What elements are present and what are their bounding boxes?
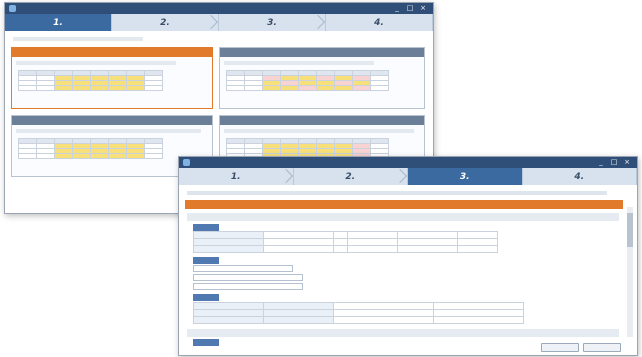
- minimize-icon[interactable]: _: [597, 158, 605, 166]
- scrollbar-thumb[interactable]: [627, 213, 633, 247]
- chevron-right-icon: [278, 168, 293, 184]
- instruction-line: [187, 191, 607, 195]
- step-1: 1.: [5, 14, 112, 31]
- step-3: 3.: [408, 168, 523, 185]
- close-icon[interactable]: ×: [623, 158, 631, 166]
- work-time-tag: [193, 339, 219, 346]
- step-number: 2.: [345, 171, 356, 182]
- panel-description: [224, 61, 374, 65]
- pattern-header-2: [187, 329, 619, 337]
- next-button[interactable]: [583, 343, 621, 352]
- break-time-tag: [193, 257, 219, 264]
- break-count-input[interactable]: [193, 265, 293, 272]
- work-time-tag: [193, 224, 219, 231]
- app-icon: [9, 5, 16, 12]
- step-1: 1.: [179, 168, 294, 185]
- panel-description: [16, 61, 176, 65]
- panel-header: [220, 48, 424, 57]
- title-bar: _ □ ×: [179, 157, 637, 168]
- instruction-line: [13, 37, 143, 41]
- step-indicator: 1. 2. 3. 4.: [5, 14, 433, 31]
- maximize-icon[interactable]: □: [406, 4, 414, 12]
- maximize-icon[interactable]: □: [610, 158, 618, 166]
- sample-schedule-table: [18, 138, 163, 159]
- scrollbar[interactable]: [627, 207, 633, 337]
- step-4: 4.: [326, 14, 433, 31]
- back-button[interactable]: [541, 343, 579, 352]
- step-4: 4.: [522, 168, 637, 185]
- step-2: 2.: [293, 168, 408, 185]
- panel-description: [224, 129, 414, 133]
- step-number: 4.: [574, 171, 585, 182]
- chevron-right-icon: [310, 14, 326, 30]
- step-number: 1.: [53, 17, 63, 28]
- overtime-table: [193, 302, 524, 324]
- title-bar: _ □ ×: [5, 3, 433, 14]
- step-number: 2.: [160, 17, 170, 28]
- panel-header: [12, 116, 212, 125]
- option-panel-fixed[interactable]: [11, 47, 213, 109]
- step-number: 3.: [267, 17, 277, 28]
- pattern-header-1: [187, 213, 619, 221]
- step-indicator: 1. 2. 3. 4.: [179, 168, 637, 185]
- section-header-bar: [185, 200, 623, 209]
- panel-header: [12, 48, 212, 57]
- step-number: 1.: [230, 171, 241, 182]
- step-number: 4.: [374, 17, 384, 28]
- step-2: 2.: [112, 14, 219, 31]
- panel-description: [16, 129, 201, 133]
- sample-schedule-table: [18, 70, 163, 91]
- step-number: 3.: [459, 171, 470, 182]
- step-3: 3.: [219, 14, 326, 31]
- minimize-icon[interactable]: _: [393, 4, 401, 12]
- close-icon[interactable]: ×: [419, 4, 427, 12]
- chevron-right-icon: [203, 14, 219, 30]
- option-panel-shift[interactable]: [219, 47, 425, 109]
- sample-schedule-table: [226, 70, 389, 91]
- work-pattern-input-window: _ □ × 1. 2. 3. 4.: [178, 156, 638, 356]
- chevron-right-icon: [392, 168, 408, 184]
- break-start-input[interactable]: [193, 274, 303, 281]
- work-time-table: [193, 231, 498, 253]
- app-icon: [183, 159, 190, 166]
- panel-header: [220, 116, 424, 125]
- overtime-tag: [193, 294, 219, 301]
- break-end-input[interactable]: [193, 283, 303, 290]
